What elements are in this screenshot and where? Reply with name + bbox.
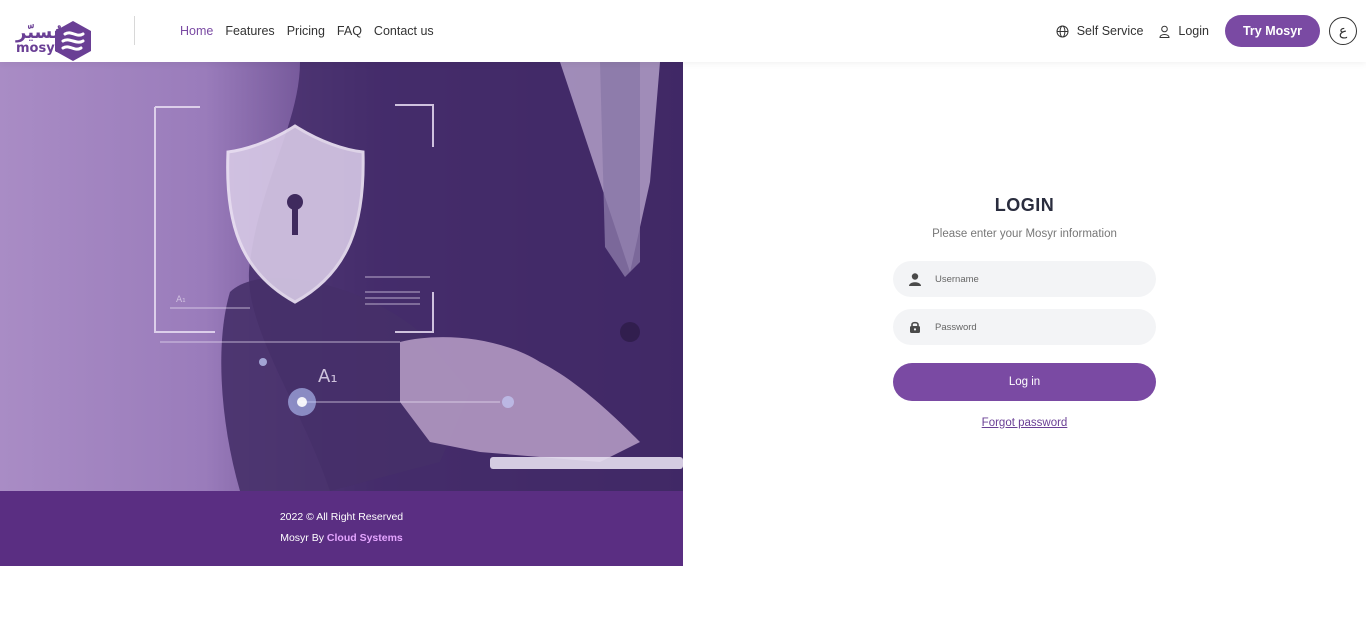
credits-line: Mosyr By Cloud Systems xyxy=(0,532,683,544)
svg-text:A₁: A₁ xyxy=(318,366,338,387)
page-footer: 2022 © All Right Reserved Mosyr By Cloud… xyxy=(0,491,683,566)
username-field[interactable] xyxy=(893,261,1156,297)
password-input[interactable] xyxy=(935,321,1135,333)
main-nav: Home Features Pricing FAQ Contact us xyxy=(180,0,434,62)
login-subtitle: Please enter your Mosyr information xyxy=(932,228,1117,240)
cloud-systems-link[interactable]: Cloud Systems xyxy=(327,532,403,544)
lock-icon xyxy=(895,321,935,333)
hero-security-image: A₁ A₁ xyxy=(0,62,683,491)
self-service-label: Self Service xyxy=(1076,24,1144,38)
login-submit-button[interactable]: Log in xyxy=(893,363,1156,401)
header-login-label: Login xyxy=(1178,24,1209,38)
site-header: مُسيّر mosyr Home Features Pricing FAQ C… xyxy=(0,0,1366,62)
nav-contact-us[interactable]: Contact us xyxy=(374,24,434,38)
try-mosyr-button[interactable]: Try Mosyr xyxy=(1225,15,1320,47)
globe-icon xyxy=(1056,25,1069,37)
user-outline-icon xyxy=(1159,25,1170,38)
password-field[interactable] xyxy=(893,309,1156,345)
header-divider xyxy=(134,16,135,45)
nav-faq[interactable]: FAQ xyxy=(337,24,362,38)
nav-pricing[interactable]: Pricing xyxy=(287,24,325,38)
logo-hexagon-icon xyxy=(55,21,91,61)
svg-text:A₁: A₁ xyxy=(176,295,186,305)
security-illustration: A₁ A₁ xyxy=(154,62,683,491)
mosyr-logo[interactable]: مُسيّر mosyr xyxy=(8,10,91,61)
credits-prefix: Mosyr By xyxy=(280,532,324,544)
nav-features[interactable]: Features xyxy=(225,24,274,38)
login-title: LOGIN xyxy=(994,195,1055,215)
copyright-text: 2022 © All Right Reserved xyxy=(279,511,404,523)
username-input[interactable] xyxy=(935,273,1135,285)
header-login-link[interactable]: Login xyxy=(1159,24,1209,38)
language-toggle-button[interactable]: ع xyxy=(1329,17,1357,45)
nav-home[interactable]: Home xyxy=(180,24,213,38)
self-service-link[interactable]: Self Service xyxy=(1056,24,1144,38)
user-icon xyxy=(895,272,935,286)
forgot-password-link[interactable]: Forgot password xyxy=(893,417,1156,429)
header-actions: Self Service Login Try Mosyr ع xyxy=(1056,0,1366,62)
